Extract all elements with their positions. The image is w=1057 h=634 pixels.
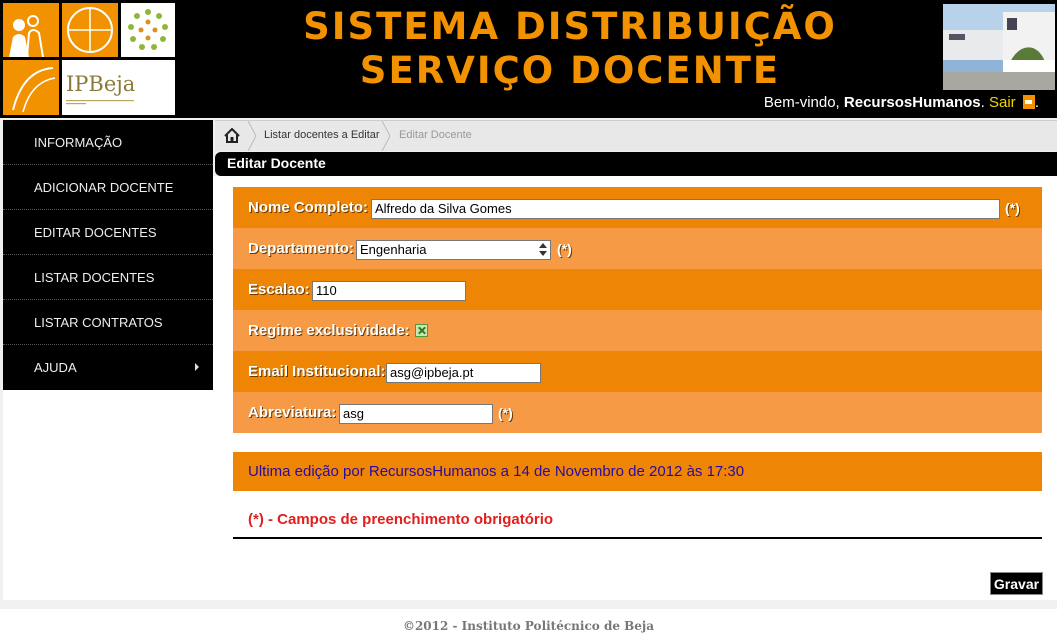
breadcrumb-separator — [247, 121, 257, 151]
required-fields-note: (*) - Campos de preenchimento obrigatóri… — [248, 511, 554, 528]
sidebar-background — [3, 390, 213, 600]
page: IPBeja SISTEMA DISTRIBUIÇÃO SERVIÇO DOCE… — [0, 0, 1057, 634]
footer: ©2012 - Instituto Politécnico de Beja — [0, 609, 1057, 634]
edit-docente-form: Nome Completo: Alfredo da Silva Gomes (*… — [233, 187, 1042, 433]
welcome-prefix: Bem-vindo, — [763, 94, 844, 111]
required-marker: (*) — [498, 405, 513, 421]
logo-swirl-tile — [3, 60, 59, 115]
sidebar-item-label: Editar Docentes — [34, 225, 157, 240]
form-row-nome: Nome Completo: Alfredo da Silva Gomes (*… — [233, 187, 1042, 228]
nome-input[interactable]: Alfredo da Silva Gomes — [371, 199, 1000, 219]
breadcrumb-item-listar[interactable]: Listar docentes a Editar — [264, 121, 380, 151]
spinner-icon — [539, 243, 547, 257]
logo-circle-tile — [62, 3, 118, 57]
sidebar-item-informacao[interactable]: Informação — [3, 120, 213, 165]
form-row-email: Email Institucional: asg@ipbeja.pt — [233, 351, 1042, 392]
escalao-input[interactable]: 110 — [312, 281, 466, 301]
building-photo — [943, 4, 1055, 90]
app-title-line1: SISTEMA DISTRIBUIÇÃO — [303, 5, 837, 48]
last-edit-info: Ultima edição por RecursosHumanos a 14 d… — [233, 452, 1042, 491]
logo-text-tile: IPBeja — [62, 60, 175, 115]
save-button[interactable]: Gravar — [990, 572, 1043, 595]
form-row-departamento: Departamento: Engenharia (*) — [233, 228, 1042, 269]
email-input[interactable]: asg@ipbeja.pt — [386, 363, 541, 383]
required-marker: (*) — [557, 241, 572, 257]
abreviatura-input[interactable]: asg — [339, 404, 493, 424]
sidebar-item-label: Adicionar Docente — [34, 180, 174, 195]
sidebar-item-label: Listar Docentes — [34, 270, 155, 285]
sidebar-item-label: Informação — [34, 135, 123, 150]
section-title: Editar Docente — [215, 152, 1057, 176]
form-row-abreviatura: Abreviatura: asg (*) — [233, 392, 1042, 433]
header: IPBeja SISTEMA DISTRIBUIÇÃO SERVIÇO DOCE… — [0, 0, 1057, 118]
breadcrumb: Listar docentes a Editar Editar Docente — [215, 120, 1057, 151]
welcome-suffix: . — [1034, 94, 1039, 111]
sidebar-item-listar-contratos[interactable]: Listar Contratos — [3, 300, 213, 345]
logo-people-tile — [3, 3, 59, 57]
app-title-line2: SERVIÇO DOCENTE — [359, 49, 781, 92]
username: RecursosHumanos — [843, 94, 981, 111]
home-icon[interactable] — [217, 121, 247, 151]
ipbeja-logo[interactable]: IPBeja — [3, 3, 175, 115]
sidebar-item-ajuda[interactable]: Ajuda — [3, 345, 213, 390]
email-label: Email Institucional: — [248, 363, 386, 380]
sidebar-item-editar-docentes[interactable]: Editar Docentes — [3, 210, 213, 255]
departamento-value: Engenharia — [360, 242, 427, 257]
abreviatura-label: Abreviatura: — [248, 404, 337, 421]
logo-dots-tile — [121, 3, 175, 57]
logo-subtext — [66, 98, 146, 108]
sidebar-item-label: Ajuda — [34, 360, 77, 375]
regime-label: Regime exclusividade: — [248, 322, 410, 339]
sidebar-item-adicionar-docente[interactable]: Adicionar Docente — [3, 165, 213, 210]
form-row-regime: Regime exclusividade: — [233, 310, 1042, 351]
chevron-right-icon — [195, 363, 199, 371]
breadcrumb-separator — [381, 121, 391, 151]
breadcrumb-item-current: Editar Docente — [399, 129, 472, 141]
form-row-escalao: Escalao: 110 — [233, 269, 1042, 310]
departamento-label: Departamento: — [248, 240, 354, 257]
welcome-mid: . — [980, 94, 989, 111]
escalao-label: Escalao: — [248, 281, 310, 298]
departamento-select[interactable]: Engenharia — [356, 240, 551, 260]
welcome-message: Bem-vindo, RecursosHumanos. Sair . — [764, 94, 1039, 111]
sidebar: Informação Adicionar Docente Editar Doce… — [3, 120, 213, 390]
sidebar-item-label: Listar Contratos — [34, 315, 163, 330]
divider — [233, 537, 1042, 539]
regime-checkbox[interactable] — [415, 324, 428, 337]
app-title: SISTEMA DISTRIBUIÇÃO SERVIÇO DOCENTE — [240, 5, 900, 93]
sidebar-item-listar-docentes[interactable]: Listar Docentes — [3, 255, 213, 300]
required-marker: (*) — [1005, 200, 1020, 216]
logout-link[interactable]: Sair — [989, 94, 1016, 111]
exit-icon[interactable] — [1022, 95, 1035, 109]
nome-label: Nome Completo: — [248, 199, 368, 216]
logo-text: IPBeja — [66, 72, 136, 96]
